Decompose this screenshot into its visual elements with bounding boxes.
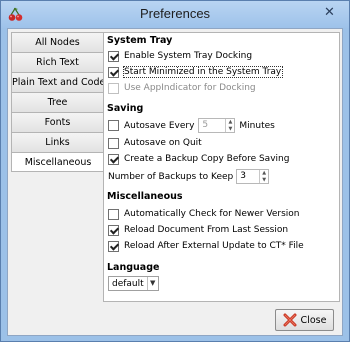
use-appindicator-checkbox[interactable] <box>108 82 119 94</box>
section-title-saving: Saving <box>107 103 144 114</box>
section-title-system-tray: System Tray <box>107 35 173 46</box>
section-title-language: Language <box>107 262 160 273</box>
window-close-button[interactable]: ✕ <box>316 4 343 22</box>
check-version-row[interactable]: Automatically Check for Newer Version <box>108 207 299 221</box>
tab-list: All Nodes Rich Text Plain Text and Code … <box>11 32 104 172</box>
spinner-arrows[interactable]: ▲ ▼ <box>259 170 268 183</box>
close-icon <box>283 313 297 327</box>
reload-after-update-checkbox[interactable] <box>108 240 119 252</box>
spin-down-icon[interactable]: ▼ <box>226 126 234 133</box>
autosave-on-quit-checkbox[interactable] <box>108 137 119 149</box>
use-appindicator-row[interactable]: Use AppIndicator for Docking <box>108 81 256 95</box>
autosave-row[interactable]: Autosave Every 5 ▲ ▼ Minutes <box>108 117 275 134</box>
start-minimized-checkbox[interactable] <box>108 66 119 78</box>
reload-session-label: Reload Document From Last Session <box>124 225 289 235</box>
tab-tree[interactable]: Tree <box>11 92 104 112</box>
enable-tray-docking-checkbox[interactable] <box>108 50 119 62</box>
preferences-window: Preferences ✕ All Nodes Rich Text Plain … <box>0 0 350 342</box>
enable-tray-docking-row[interactable]: Enable System Tray Docking <box>108 49 252 63</box>
backups-to-keep-value[interactable]: 3 <box>237 170 259 183</box>
tab-miscellaneous[interactable]: Miscellaneous <box>11 152 104 172</box>
autosave-unit-label: Minutes <box>239 120 275 131</box>
backup-copy-label: Create a Backup Copy Before Saving <box>124 154 290 164</box>
language-select[interactable]: default ▼ <box>108 276 159 291</box>
chevron-down-icon[interactable]: ▼ <box>146 277 158 290</box>
check-version-label: Automatically Check for Newer Version <box>124 209 300 219</box>
tab-panel-miscellaneous: System Tray Enable System Tray Docking S… <box>103 32 340 302</box>
enable-tray-docking-label: Enable System Tray Docking <box>124 51 253 61</box>
close-button-label: Close <box>300 314 327 326</box>
backups-to-keep-spinner[interactable]: 3 ▲ ▼ <box>236 169 270 184</box>
autosave-on-quit-row[interactable]: Autosave on Quit <box>108 136 202 150</box>
title-bar[interactable]: Preferences ✕ <box>1 1 349 28</box>
window-title: Preferences <box>139 6 211 21</box>
reload-after-update-row[interactable]: Reload After External Update to CT* File <box>108 239 304 253</box>
tab-plain-text-and-code[interactable]: Plain Text and Code <box>11 72 104 92</box>
use-appindicator-label: Use AppIndicator for Docking <box>124 83 256 93</box>
start-minimized-label: Start Minimized in the System Tray <box>122 66 284 78</box>
reload-session-checkbox[interactable] <box>108 224 119 236</box>
tab-rich-text[interactable]: Rich Text <box>11 52 104 72</box>
reload-after-update-label: Reload After External Update to CT* File <box>124 241 304 251</box>
dialog-body: All Nodes Rich Text Plain Text and Code … <box>7 28 343 336</box>
spinner-arrows[interactable]: ▲ ▼ <box>225 119 234 132</box>
autosave-label: Autosave Every <box>124 120 195 131</box>
start-minimized-row[interactable]: Start Minimized in the System Tray <box>108 65 284 79</box>
backup-copy-checkbox[interactable] <box>108 153 119 165</box>
autosave-on-quit-label: Autosave on Quit <box>124 138 202 148</box>
section-title-miscellaneous: Miscellaneous <box>107 191 183 202</box>
tab-fonts[interactable]: Fonts <box>11 112 104 132</box>
autosave-minutes-spinner[interactable]: 5 ▲ ▼ <box>198 118 236 133</box>
check-version-checkbox[interactable] <box>108 208 119 220</box>
tab-links[interactable]: Links <box>11 132 104 152</box>
language-select-value: default <box>112 278 144 289</box>
autosave-minutes-value[interactable]: 5 <box>199 119 225 132</box>
autosave-checkbox[interactable] <box>108 120 119 131</box>
tab-all-nodes[interactable]: All Nodes <box>11 32 104 52</box>
backups-to-keep-row: Number of Backups to Keep 3 ▲ ▼ <box>108 168 273 185</box>
reload-session-row[interactable]: Reload Document From Last Session <box>108 223 288 237</box>
close-button[interactable]: Close <box>275 309 334 331</box>
backups-to-keep-label: Number of Backups to Keep <box>108 171 234 182</box>
spin-down-icon[interactable]: ▼ <box>260 177 268 184</box>
backup-copy-row[interactable]: Create a Backup Copy Before Saving <box>108 152 289 166</box>
